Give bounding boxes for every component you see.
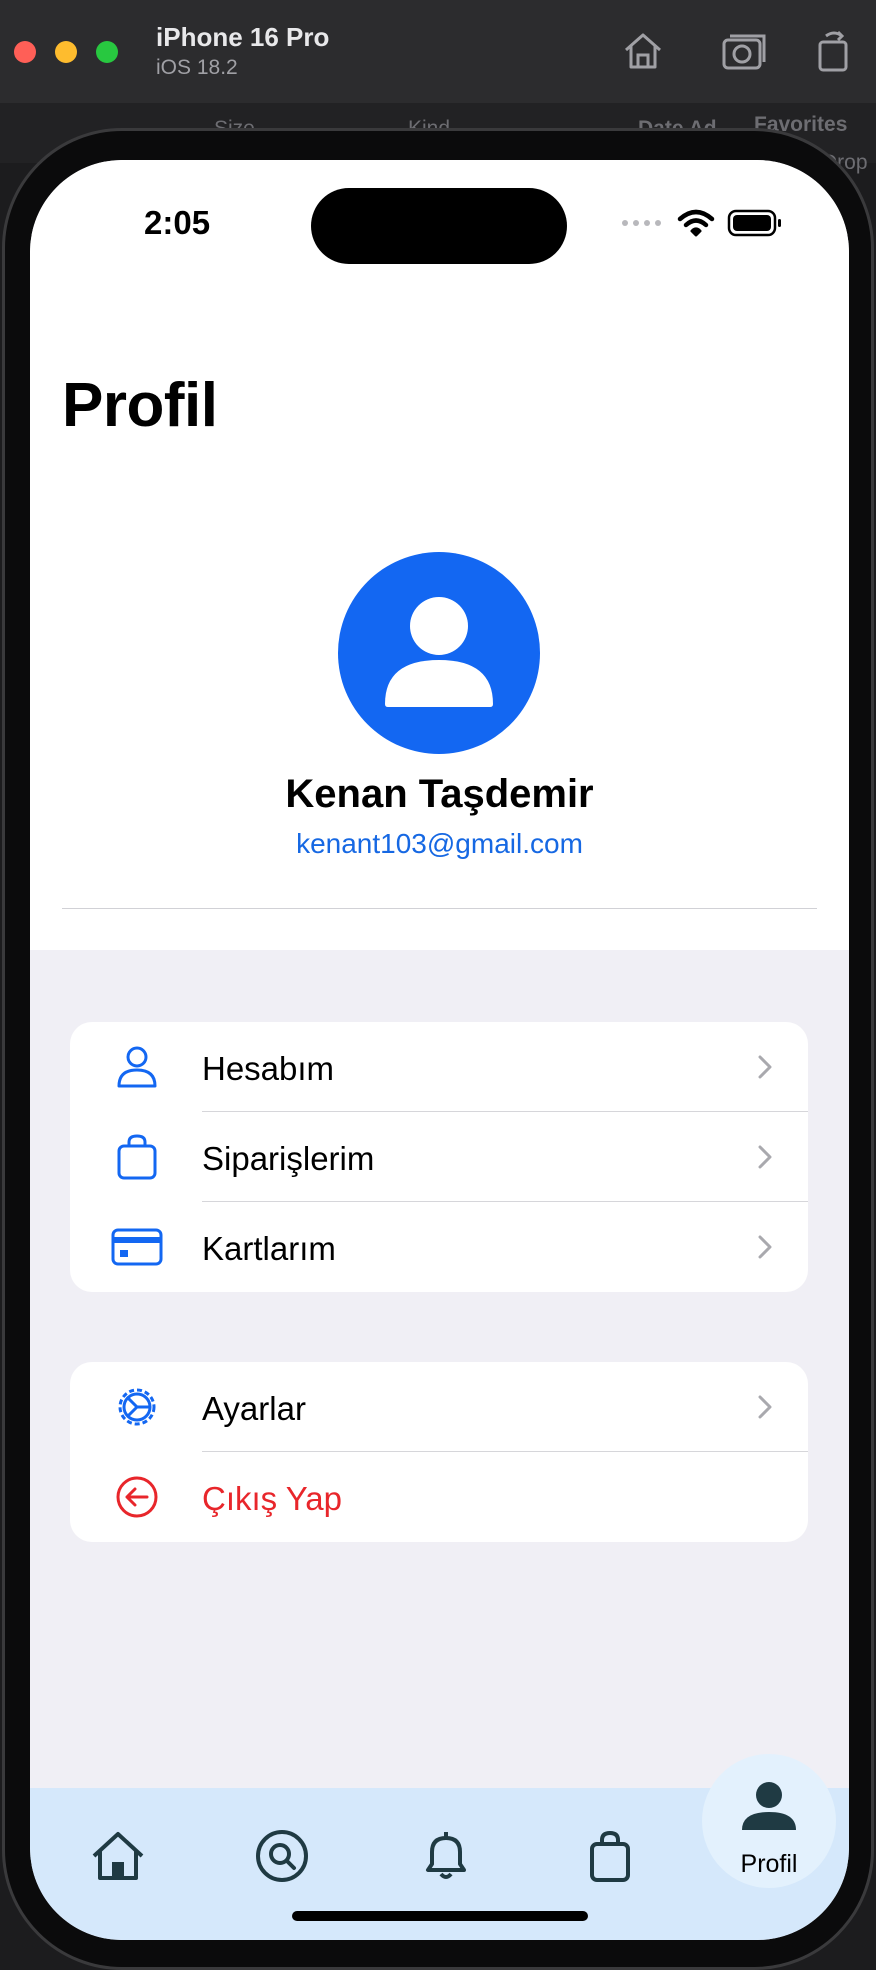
menu-item-siparislerim[interactable]: Siparişlerim: [70, 1112, 808, 1202]
tab-search[interactable]: [250, 1824, 314, 1888]
chevron-right-icon: [758, 1055, 772, 1079]
header-divider: [62, 908, 817, 909]
gear-icon: [110, 1384, 164, 1430]
iphone-screen: 2:05 Profil Kenan Taşdemir kenant103@gma…: [30, 160, 849, 1940]
menu-item-hesabim[interactable]: Hesabım: [70, 1022, 808, 1112]
screenshot-camera-icon[interactable]: [720, 28, 766, 74]
page-title: Profil: [62, 371, 218, 440]
credit-card-icon: [110, 1224, 164, 1270]
simulator-os-version: iOS 18.2: [156, 56, 238, 79]
home-button-icon[interactable]: [620, 28, 666, 74]
zoom-window-button[interactable]: [96, 41, 118, 63]
profile-icon: [742, 1782, 796, 1830]
home-icon: [92, 1832, 144, 1880]
bag-icon: [110, 1134, 164, 1180]
minimize-window-button[interactable]: [55, 41, 77, 63]
simulator-title-bar: iPhone 16 Pro iOS 18.2: [0, 0, 876, 104]
menu-item-label: Çıkış Yap: [202, 1480, 343, 1517]
status-bar-time: 2:05: [144, 204, 211, 241]
menu-item-label: Siparişlerim: [202, 1140, 375, 1177]
close-window-button[interactable]: [14, 41, 36, 63]
dynamic-island: [311, 188, 567, 264]
person-icon: [110, 1044, 164, 1090]
rotate-device-icon[interactable]: [810, 28, 856, 74]
search-icon: [256, 1830, 308, 1882]
person-avatar-icon: [385, 597, 493, 707]
account-menu-group: Hesabım Siparişlerim Kartlarım: [70, 1022, 808, 1292]
tab-profile-label: Profil: [740, 1850, 798, 1878]
battery-icon: [727, 209, 781, 237]
home-indicator: [292, 1911, 588, 1921]
chevron-right-icon: [758, 1395, 772, 1419]
profile-name: Kenan Taşdemir: [285, 772, 594, 816]
tab-notifications[interactable]: [414, 1824, 478, 1888]
logout-icon: [110, 1474, 164, 1520]
status-bar-indicators: [621, 208, 783, 238]
logout-button[interactable]: Çıkış Yap: [70, 1452, 808, 1542]
chevron-right-icon: [758, 1145, 772, 1169]
menu-item-ayarlar[interactable]: Ayarlar: [70, 1362, 808, 1452]
settings-menu-group: Ayarlar Çıkış Yap: [70, 1362, 808, 1542]
wifi-icon: [677, 209, 715, 237]
cellular-signal-icon: [622, 220, 661, 226]
bag-icon: [590, 1830, 630, 1882]
bell-icon: [426, 1832, 466, 1879]
simulator-device-name: iPhone 16 Pro: [156, 22, 330, 52]
menu-item-label: Kartlarım: [202, 1230, 336, 1267]
menu-item-label: Hesabım: [202, 1050, 335, 1087]
menu-item-kartlarim[interactable]: Kartlarım: [70, 1202, 808, 1292]
profile-email: kenant103@gmail.com: [296, 828, 583, 859]
profile-avatar[interactable]: [338, 552, 540, 754]
tab-cart[interactable]: [578, 1824, 642, 1888]
tab-home[interactable]: [86, 1824, 150, 1888]
chevron-right-icon: [758, 1235, 772, 1259]
menu-item-label: Ayarlar: [202, 1390, 306, 1427]
